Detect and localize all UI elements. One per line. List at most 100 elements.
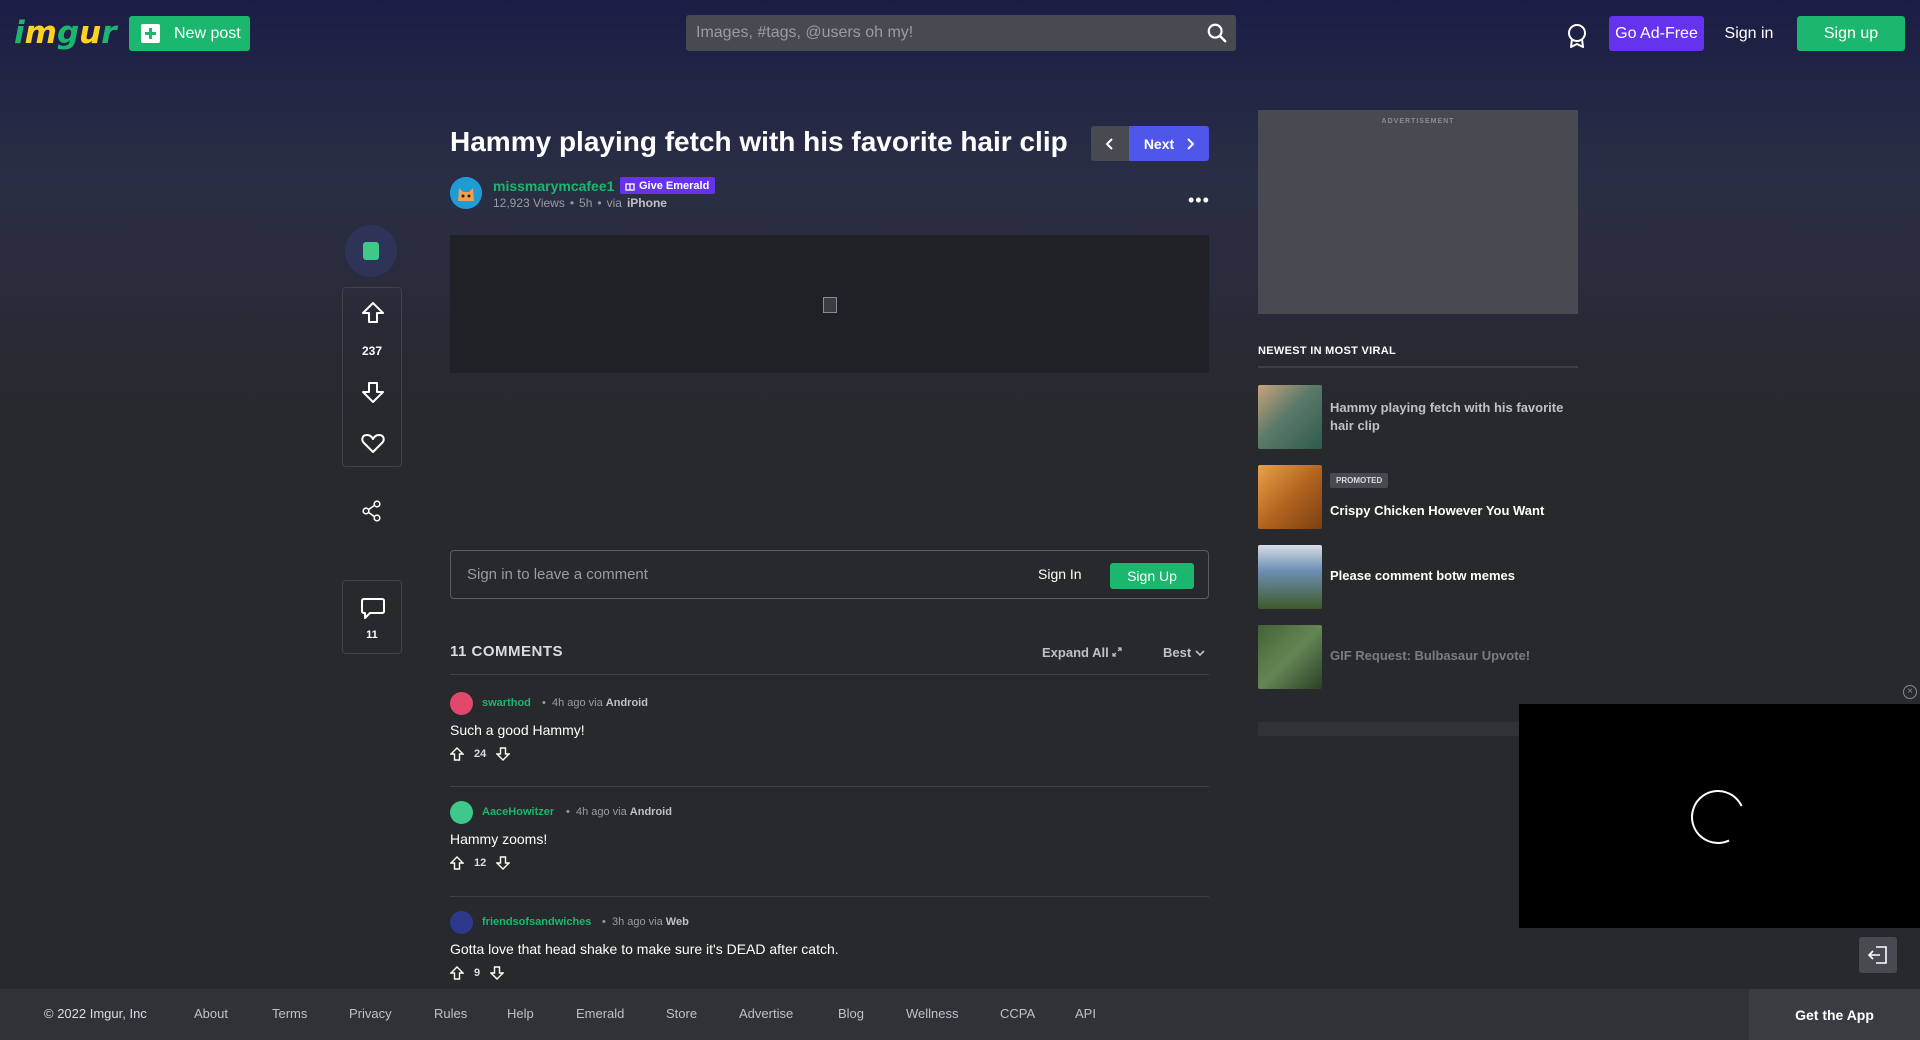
- viral-item[interactable]: Please comment botw memes: [1258, 545, 1578, 609]
- comment-meta: • 4h ago via Android: [542, 697, 648, 709]
- post-media[interactable]: [450, 235, 1209, 373]
- sort-label: Best: [1163, 645, 1192, 660]
- vote-count: 237: [361, 344, 383, 358]
- comment-platform: Android: [605, 697, 648, 709]
- go-adfree-button[interactable]: Go Ad-Free: [1609, 16, 1704, 51]
- chevron-right-icon: [1187, 137, 1195, 150]
- author-avatar[interactable]: [450, 177, 482, 209]
- comment-count: 11: [366, 629, 378, 641]
- sort-dropdown[interactable]: Best: [1163, 645, 1205, 660]
- commenter-avatar[interactable]: [450, 801, 473, 824]
- sign-up-button[interactable]: Sign up: [1797, 16, 1905, 51]
- viral-title: GIF Request: Bulbasaur Upvote!: [1330, 648, 1531, 663]
- comment-time: 4h ago via: [551, 697, 603, 709]
- footer-link-emerald[interactable]: Emerald: [576, 1006, 666, 1021]
- comment-sign-up-button[interactable]: Sign Up: [1110, 563, 1194, 589]
- downvote-icon[interactable]: [496, 856, 511, 870]
- comment-platform: Android: [629, 806, 672, 818]
- comment-score: 24: [474, 748, 487, 760]
- top-header: imgur New post Go Ad-Free Sign in Sign u…: [0, 0, 1920, 66]
- comment-time: 4h ago via: [575, 806, 627, 818]
- footer-link-rules[interactable]: Rules: [434, 1006, 507, 1021]
- share-icon[interactable]: [362, 500, 382, 522]
- comment-actions: 12: [450, 856, 511, 870]
- sidebar-divider: [1258, 722, 1520, 736]
- heart-icon[interactable]: [360, 431, 386, 455]
- footer-link-advertise[interactable]: Advertise: [739, 1006, 838, 1021]
- viral-item[interactable]: GIF Request: Bulbasaur Upvote!: [1258, 625, 1578, 689]
- medal-icon[interactable]: [1565, 23, 1589, 49]
- viral-title: Please comment botw memes: [1330, 568, 1515, 583]
- chevron-down-icon: [1195, 650, 1205, 657]
- comment-actions: 24: [450, 747, 511, 761]
- footer-link-help[interactable]: Help: [507, 1006, 576, 1021]
- search-icon[interactable]: [1206, 22, 1228, 44]
- broken-image-icon: [823, 297, 837, 313]
- gift-icon: [625, 182, 635, 191]
- get-the-app-button[interactable]: Get the App: [1749, 989, 1920, 1040]
- next-button[interactable]: Next: [1129, 126, 1209, 161]
- commenter-avatar[interactable]: [450, 911, 473, 934]
- post-time: 5h: [579, 196, 593, 210]
- emerald-button[interactable]: [345, 225, 397, 277]
- commenter-name[interactable]: friendsofsandwiches: [482, 916, 591, 928]
- author-name[interactable]: missmarymcafee1: [493, 178, 614, 194]
- previous-button[interactable]: [1091, 126, 1129, 161]
- viral-heading: NEWEST IN MOST VIRAL: [1258, 345, 1578, 368]
- comment-time: 3h ago via: [611, 916, 663, 928]
- footer-link-ccpa[interactable]: CCPA: [1000, 1006, 1075, 1021]
- commenter-avatar[interactable]: [450, 692, 473, 715]
- footer-link-privacy[interactable]: Privacy: [349, 1006, 434, 1021]
- comment-score: 12: [474, 857, 487, 869]
- footer-link-store[interactable]: Store: [666, 1006, 739, 1021]
- footer-copyright: © 2022 Imgur, Inc: [44, 1006, 147, 1021]
- footer: © 2022 Imgur, Inc About Terms Privacy Ru…: [0, 989, 1920, 1040]
- comments-button[interactable]: 11: [342, 580, 402, 654]
- plus-icon: [141, 24, 160, 43]
- downvote-icon[interactable]: [360, 379, 386, 405]
- comment-sign-in-button[interactable]: Sign In: [1038, 566, 1082, 582]
- search-input[interactable]: [696, 15, 1176, 51]
- ad-label: ADVERTISEMENT: [1381, 118, 1455, 125]
- upvote-icon[interactable]: [450, 966, 464, 980]
- viral-title: Crispy Chicken However You Want: [1330, 503, 1545, 518]
- sign-in-button[interactable]: Sign in: [1716, 16, 1782, 51]
- comment-placeholder[interactable]: Sign in to leave a comment: [467, 566, 648, 583]
- footer-link-terms[interactable]: Terms: [272, 1006, 349, 1021]
- comment-entry[interactable]: Sign in to leave a comment Sign In Sign …: [450, 550, 1209, 599]
- upvote-icon[interactable]: [450, 856, 464, 870]
- footer-link-blog[interactable]: Blog: [838, 1006, 906, 1021]
- more-icon[interactable]: •••: [1188, 190, 1210, 211]
- upvote-icon[interactable]: [450, 747, 464, 761]
- advertisement[interactable]: ADVERTISEMENT: [1258, 110, 1578, 314]
- commenter-name[interactable]: swarthod: [482, 697, 531, 709]
- comments-heading: 11 COMMENTS: [450, 643, 564, 660]
- viral-thumbnail: [1258, 545, 1322, 609]
- views-count: 12,923 Views: [493, 196, 565, 210]
- footer-links: About Terms Privacy Rules Help Emerald S…: [194, 1006, 1115, 1021]
- upvote-icon[interactable]: [360, 300, 386, 326]
- via-prefix: via: [606, 196, 622, 210]
- footer-link-wellness[interactable]: Wellness: [906, 1006, 1000, 1021]
- new-post-button[interactable]: New post: [129, 16, 250, 51]
- post-platform: iPhone: [626, 196, 667, 210]
- imgur-logo[interactable]: imgur: [14, 15, 117, 51]
- post-meta: 12,923 Views • 5h • via iPhone: [493, 196, 667, 210]
- footer-link-api[interactable]: API: [1075, 1006, 1115, 1021]
- viral-item[interactable]: PROMOTED Crispy Chicken However You Want: [1258, 465, 1578, 529]
- give-emerald-button[interactable]: Give Emerald: [620, 177, 716, 194]
- commenter-name[interactable]: AaceHowitzer: [482, 806, 554, 818]
- close-icon[interactable]: ×: [1903, 685, 1917, 699]
- vote-panel: 237: [342, 287, 402, 467]
- viral-title: Hammy playing fetch with his favorite ha…: [1330, 400, 1564, 433]
- search-bar: [686, 15, 1236, 51]
- new-post-label: New post: [174, 24, 241, 42]
- separator: •: [597, 196, 602, 210]
- downvote-icon[interactable]: [496, 747, 511, 761]
- expand-all-button[interactable]: Expand All: [1042, 645, 1122, 660]
- footer-link-about[interactable]: About: [194, 1006, 272, 1021]
- downvote-icon[interactable]: [490, 966, 505, 980]
- viral-item[interactable]: Hammy playing fetch with his favorite ha…: [1258, 385, 1578, 449]
- exit-button[interactable]: [1859, 937, 1897, 973]
- video-player[interactable]: [1519, 704, 1920, 928]
